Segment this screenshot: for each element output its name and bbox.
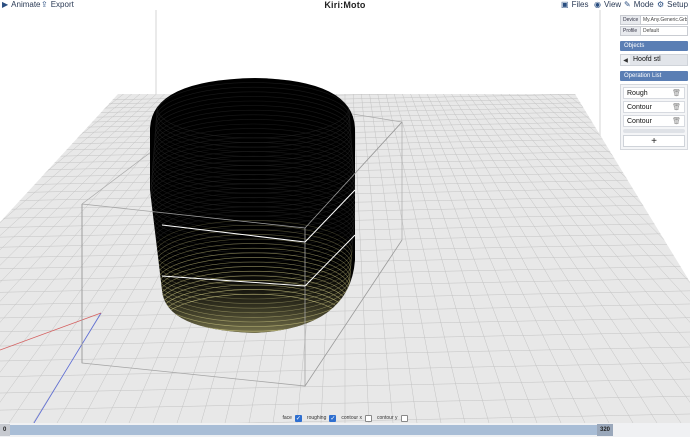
checkbox[interactable] [364,414,372,422]
toggle-label: face [282,415,292,421]
trash-icon[interactable]: 🗑 [672,117,681,125]
gear-icon: ⚙ [657,0,665,9]
toggle-roughing[interactable]: roughing ✓ [306,414,337,422]
operation-contour[interactable]: Contour 🗑 [623,115,685,127]
view-button[interactable]: ◉ View [594,0,621,10]
folder-icon: ▣ [561,0,569,9]
device-row[interactable]: Device My.Any.Generic.Grbl [620,15,688,25]
eye-icon: ◉ [594,0,601,9]
toggle-contour-x[interactable]: contour x [341,414,372,422]
mode-button[interactable]: ✎ Mode [624,0,654,10]
operation-label: Contour [627,117,652,125]
toggle-contour-y[interactable]: contour y [376,414,408,422]
operation-list: Rough 🗑 Contour 🗑 Contour 🗑 + [620,84,688,150]
slider-min-handle[interactable]: 0 [0,424,10,436]
object-item[interactable]: ◀ Hoofd stl [620,54,688,66]
toggle-label: contour x [341,415,362,421]
operation-contour[interactable]: Contour 🗑 [623,101,685,113]
toggle-label: contour y [376,415,398,421]
checkbox[interactable]: ✓ [329,414,337,422]
trash-icon[interactable]: 🗑 [672,103,681,111]
view-label: View [603,0,622,9]
operation-label: Contour [627,103,652,111]
layer-slider[interactable]: 0 320 [0,423,690,437]
trash-icon[interactable]: 🗑 [672,89,681,97]
setup-label: Setup [667,0,689,9]
setup-button[interactable]: ⚙ Setup [657,0,688,10]
operation-label: Rough [627,89,648,97]
operation-rough[interactable]: Rough 🗑 [623,87,685,99]
files-button[interactable]: ▣ Files [561,0,588,10]
settings-panel: Device My.Any.Generic.Grbl Profile Defau… [620,15,688,150]
profile-key: Profile [621,27,641,35]
device-value[interactable]: My.Any.Generic.Grbl [641,16,687,24]
add-operation-button[interactable]: + [623,135,685,147]
objects-header: Objects [620,41,688,51]
toggle-face[interactable]: face ✓ [282,414,302,422]
3d-viewport[interactable] [0,10,690,423]
object-name: Hoofd stl [630,55,687,65]
operation-list-header: Operation List [620,71,688,81]
top-menu-bar: ▶ Animate ⇪ Export Kiri:Moto ▣ Files ◉ V… [0,0,690,10]
checkbox[interactable]: ✓ [294,414,302,422]
profile-row[interactable]: Profile Default [620,26,688,36]
tools-icon: ✎ [624,0,631,9]
mode-label: Mode [633,0,654,9]
toolpath-model [150,78,355,333]
scene-canvas[interactable] [0,10,690,423]
caret-left-icon[interactable]: ◀ [621,57,630,64]
profile-value[interactable]: Default [641,27,687,35]
device-key: Device [621,16,641,24]
checkbox[interactable] [400,414,408,422]
slider-max-handle[interactable]: 320 [597,424,613,436]
operation-scrollbar[interactable] [623,129,685,133]
slider-track[interactable] [10,425,597,435]
stack-toggles: face ✓ roughing ✓ contour x contour y [0,413,690,423]
files-label: Files [571,0,589,9]
toggle-label: roughing [306,415,327,421]
